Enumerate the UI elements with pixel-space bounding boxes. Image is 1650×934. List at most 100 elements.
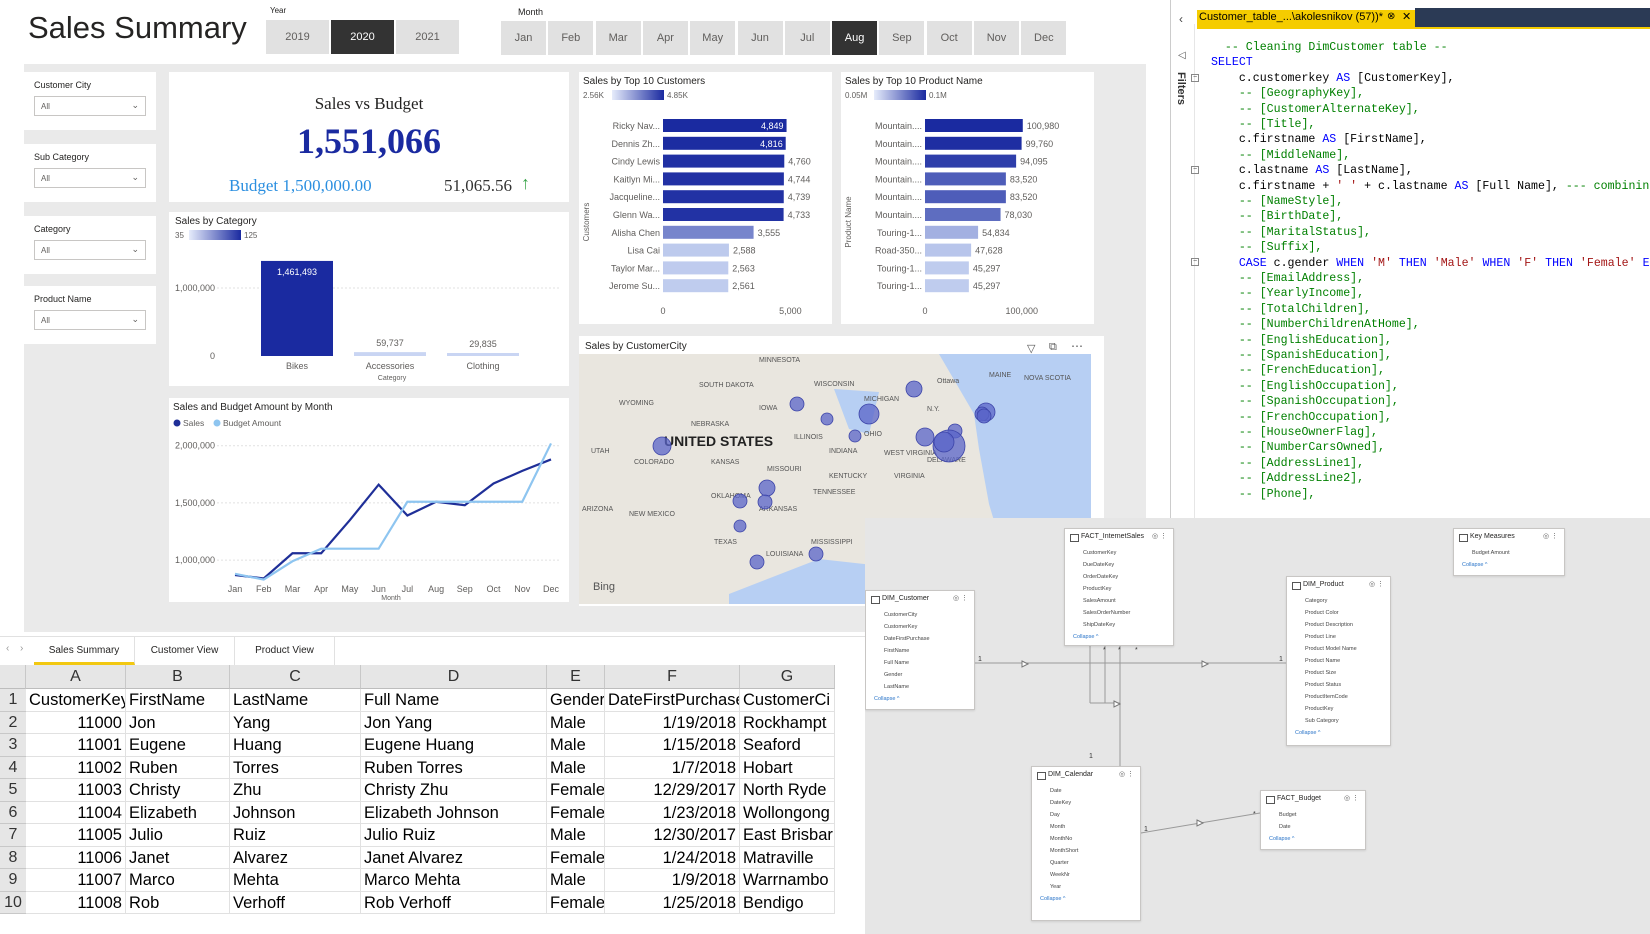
- header-cell[interactable]: FirstName: [126, 689, 230, 712]
- table-field[interactable]: SalesAmount: [1065, 595, 1173, 607]
- table-cell[interactable]: 11002: [26, 756, 126, 779]
- month-button-nov[interactable]: Nov: [974, 21, 1019, 55]
- table-cell[interactable]: North Ryde: [740, 779, 835, 802]
- top-products-chart[interactable]: Sales by Top 10 Product Name 0.05M 0.1M Pro…: [841, 72, 1094, 324]
- column-header-b[interactable]: B: [126, 665, 230, 689]
- table-cell[interactable]: Warrnambo: [740, 869, 835, 892]
- table-field[interactable]: ProductItemCode: [1287, 691, 1390, 703]
- table-field[interactable]: Sub Category: [1287, 715, 1390, 727]
- table-cell[interactable]: Yang: [230, 711, 361, 734]
- table-cell[interactable]: Jon: [126, 711, 230, 734]
- column-header-a[interactable]: A: [26, 665, 126, 689]
- table-cell[interactable]: 11000: [26, 711, 126, 734]
- table-field[interactable]: Quarter: [1032, 857, 1140, 869]
- slicer-dropdown[interactable]: All ⌄: [34, 168, 146, 188]
- table-field[interactable]: Date: [1261, 821, 1365, 833]
- column-header-e[interactable]: E: [547, 665, 605, 689]
- table-field[interactable]: SalesOrderNumber: [1065, 607, 1173, 619]
- table-field[interactable]: ProductKey: [1287, 703, 1390, 715]
- year-button-2020[interactable]: 2020: [331, 20, 394, 54]
- table-field[interactable]: DueDateKey: [1065, 559, 1173, 571]
- table-cell[interactable]: Julio: [126, 824, 230, 847]
- table-cell[interactable]: 11006: [26, 846, 126, 869]
- row-header[interactable]: 3: [0, 734, 26, 757]
- table-cell[interactable]: Eugene: [126, 734, 230, 757]
- filters-collapse-icon[interactable]: ◁: [1178, 50, 1186, 61]
- visibility-icon[interactable]: ◎ ⋮: [1152, 532, 1167, 540]
- month-button-mar[interactable]: Mar: [595, 21, 641, 55]
- table-cell[interactable]: Seaford: [740, 734, 835, 757]
- model-table-dim-customer[interactable]: DIM_Customer ◎ ⋮ CustomerCity CustomerKey Da…: [865, 590, 975, 710]
- row-header[interactable]: 6: [0, 801, 26, 824]
- visibility-icon[interactable]: ◎ ⋮: [1344, 794, 1359, 802]
- column-header-f[interactable]: F: [605, 665, 740, 689]
- table-field[interactable]: DateKey: [1032, 797, 1140, 809]
- table-field[interactable]: Gender: [866, 669, 974, 681]
- table-cell[interactable]: 1/9/2018: [605, 869, 740, 892]
- table-field[interactable]: Day: [1032, 809, 1140, 821]
- model-table-fact-internetsales[interactable]: FACT_InternetSales ◎ ⋮ CustomerKey DueDateK…: [1064, 528, 1174, 646]
- collapse-toggle-icon[interactable]: −: [1191, 166, 1199, 174]
- table-cell[interactable]: Male: [547, 711, 605, 734]
- table-field[interactable]: FirstName: [866, 645, 974, 657]
- sheet-corner[interactable]: [0, 665, 26, 689]
- pin-icon[interactable]: ⊗: [1387, 11, 1395, 22]
- column-header-d[interactable]: D: [361, 665, 547, 689]
- table-cell[interactable]: Bendigo: [740, 891, 835, 914]
- table-field[interactable]: MonthNo: [1032, 833, 1140, 845]
- table-field[interactable]: OrderDateKey: [1065, 571, 1173, 583]
- collapse-link[interactable]: Collapse ^: [1065, 631, 1173, 643]
- visibility-icon[interactable]: ◎ ⋮: [953, 594, 968, 602]
- table-cell[interactable]: 11007: [26, 869, 126, 892]
- table-field[interactable]: WeekNr: [1032, 869, 1140, 881]
- table-cell[interactable]: Johnson: [230, 801, 361, 824]
- table-field[interactable]: Year: [1032, 881, 1140, 893]
- month-button-oct[interactable]: Oct: [926, 21, 972, 55]
- visibility-icon[interactable]: ◎ ⋮: [1543, 532, 1558, 540]
- table-cell[interactable]: Male: [547, 869, 605, 892]
- model-table-fact-budget[interactable]: FACT_Budget ◎ ⋮ Budget Date Collapse ^: [1260, 790, 1366, 850]
- row-header[interactable]: 4: [0, 756, 26, 779]
- table-cell[interactable]: 1/25/2018: [605, 891, 740, 914]
- table-cell[interactable]: Huang: [230, 734, 361, 757]
- tab-customer-view[interactable]: Customer View: [135, 637, 235, 665]
- table-field[interactable]: Date: [1032, 785, 1140, 797]
- more-options-icon[interactable]: ⋯: [1071, 339, 1083, 353]
- header-cell[interactable]: CustomerCi: [740, 689, 835, 712]
- top-customers-chart[interactable]: Sales by Top 10 Customers 2.56K 4.85K Custo…: [579, 72, 832, 324]
- row-header[interactable]: 7: [0, 824, 26, 847]
- table-field[interactable]: Product Size: [1287, 667, 1390, 679]
- table-cell[interactable]: 1/24/2018: [605, 846, 740, 869]
- collapse-link[interactable]: Collapse ^: [866, 693, 974, 705]
- year-button-2019[interactable]: 2019: [266, 20, 329, 54]
- month-button-jul[interactable]: Jul: [784, 21, 830, 55]
- table-cell[interactable]: Male: [547, 734, 605, 757]
- table-field[interactable]: Budget: [1261, 809, 1365, 821]
- row-header[interactable]: 2: [0, 711, 26, 734]
- slicer-dropdown[interactable]: All ⌄: [34, 96, 146, 116]
- table-field[interactable]: CustomerKey: [1065, 547, 1173, 559]
- table-cell[interactable]: 1/7/2018: [605, 756, 740, 779]
- table-cell[interactable]: 11008: [26, 891, 126, 914]
- table-cell[interactable]: Torres: [230, 756, 361, 779]
- visibility-icon[interactable]: ◎ ⋮: [1119, 770, 1134, 778]
- table-cell[interactable]: Janet Alvarez: [361, 846, 547, 869]
- table-cell[interactable]: Rockhampt: [740, 711, 835, 734]
- collapse-link[interactable]: Collapse ^: [1287, 727, 1390, 739]
- collapse-toggle-icon[interactable]: −: [1191, 258, 1199, 266]
- collapse-toggle-icon[interactable]: −: [1191, 74, 1199, 82]
- table-cell[interactable]: Rob: [126, 891, 230, 914]
- row-header[interactable]: 8: [0, 846, 26, 869]
- filters-pane[interactable]: ◁ Filters: [1171, 24, 1195, 520]
- table-cell[interactable]: 11004: [26, 801, 126, 824]
- table-cell[interactable]: 12/29/2017: [605, 779, 740, 802]
- month-button-may[interactable]: May: [690, 21, 736, 55]
- table-field[interactable]: LastName: [866, 681, 974, 693]
- table-field[interactable]: Full Name: [866, 657, 974, 669]
- table-field[interactable]: MonthShort: [1032, 845, 1140, 857]
- tab-product-view[interactable]: Product View: [235, 637, 335, 665]
- table-field[interactable]: Budget Amount: [1454, 547, 1564, 559]
- column-header-g[interactable]: G: [740, 665, 835, 689]
- table-cell[interactable]: Elizabeth Johnson: [361, 801, 547, 824]
- table-cell[interactable]: Female: [547, 779, 605, 802]
